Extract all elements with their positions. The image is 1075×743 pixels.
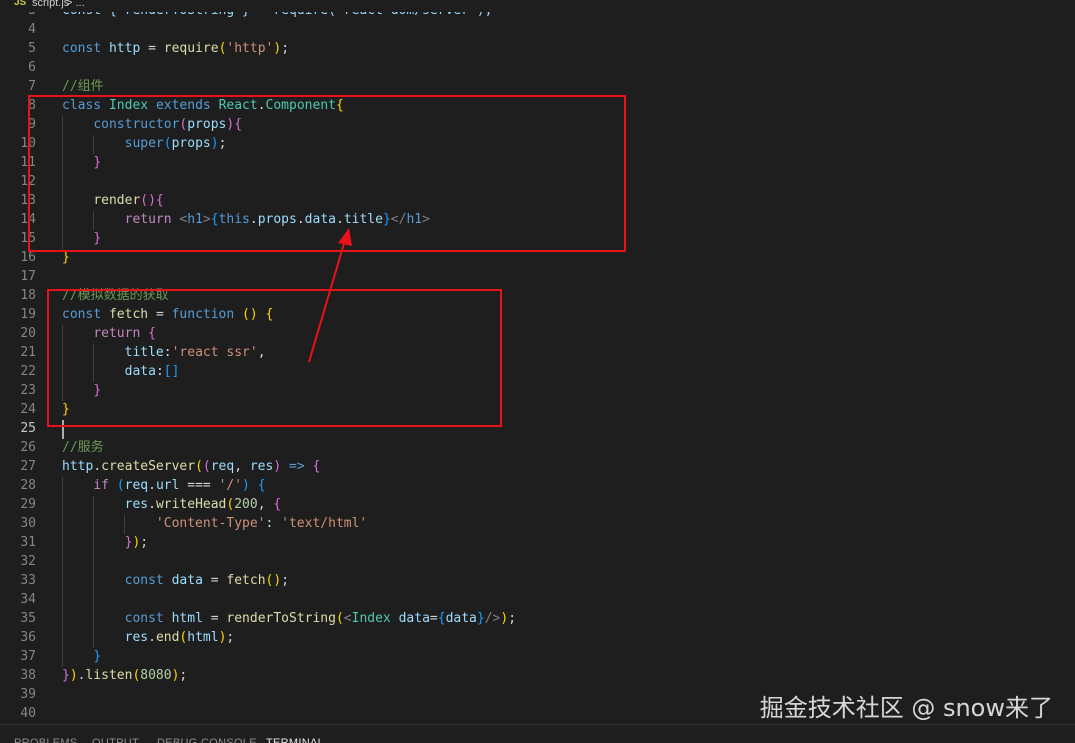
annotation-arrow	[308, 228, 352, 363]
watermark: 掘金技术社区 @ snow来了	[759, 694, 1053, 722]
panel-tab-bar: PROBLEMS OUTPUT DEBUG CONSOLE TERMINAL	[0, 724, 1075, 743]
